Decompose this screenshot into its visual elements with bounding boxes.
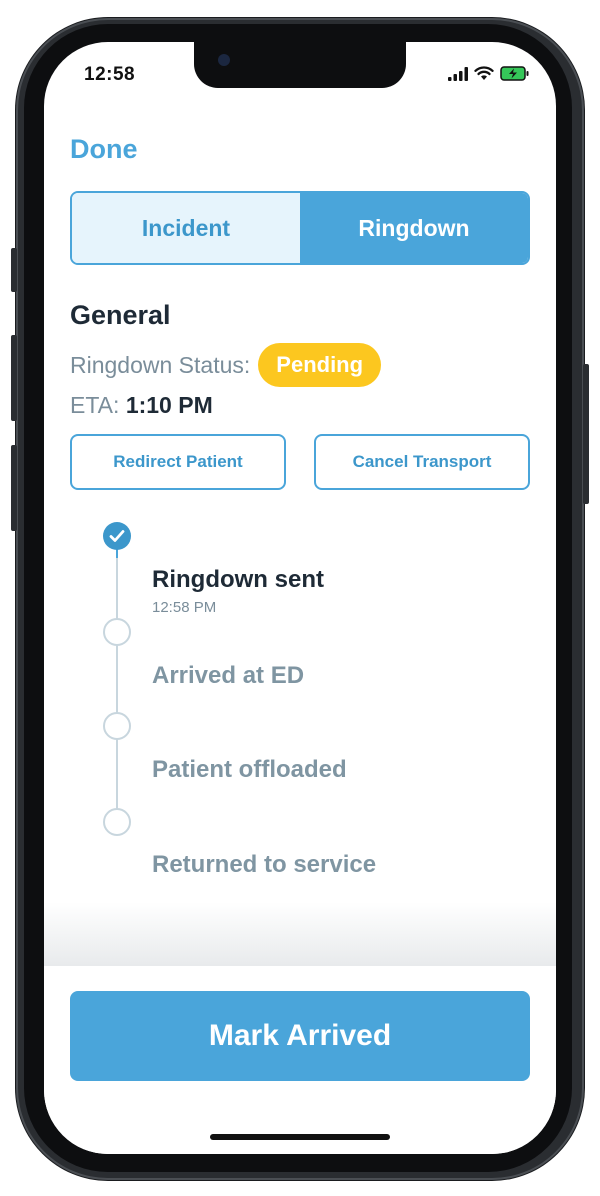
status-label: Ringdown Status:	[70, 351, 251, 378]
notch	[194, 42, 406, 88]
battery-charging-icon	[500, 66, 530, 86]
volume-up-button	[11, 335, 17, 421]
status-timeline: Ringdown sent 12:58 PM Arrived at ED Pat…	[44, 512, 556, 878]
empty-circle-icon	[103, 808, 131, 836]
bottom-fade	[44, 902, 556, 966]
mark-arrived-button[interactable]: Mark Arrived	[70, 991, 530, 1081]
redirect-patient-button[interactable]: Redirect Patient	[70, 434, 286, 490]
timeline-connector-pending	[116, 558, 118, 826]
done-button[interactable]: Done	[70, 134, 138, 165]
timeline-step-time: 12:58 PM	[152, 599, 217, 616]
wifi-icon	[474, 66, 494, 86]
signal-icon	[448, 66, 468, 86]
status-time: 12:58	[84, 64, 136, 85]
timeline-step-label: Patient offloaded	[152, 756, 347, 783]
empty-circle-icon	[103, 618, 131, 646]
eta-row: ETA: 1:10 PM	[70, 392, 213, 419]
section-title: General	[70, 300, 171, 330]
silent-switch	[11, 248, 17, 292]
tab-ringdown[interactable]: Ringdown	[300, 193, 528, 263]
timeline-step-label: Ringdown sent	[152, 566, 324, 593]
eta-value: 1:10 PM	[125, 392, 213, 418]
timeline-step-label: Returned to service	[152, 851, 377, 878]
tab-incident[interactable]: Incident	[72, 193, 300, 263]
eta-label: ETA:	[70, 392, 120, 418]
volume-down-button	[11, 445, 17, 531]
tab-switcher: Incident Ringdown	[70, 191, 530, 265]
empty-circle-icon	[103, 712, 131, 740]
home-indicator[interactable]	[210, 1134, 390, 1140]
cancel-transport-button[interactable]: Cancel Transport	[314, 434, 530, 490]
front-camera	[218, 54, 230, 66]
screen: 12:58 Done Incident Ringdown General Rin…	[44, 42, 556, 1154]
checkmark-icon	[103, 522, 131, 550]
status-badge: Pending	[258, 343, 382, 387]
timeline-step-label: Arrived at ED	[152, 662, 305, 689]
power-button	[583, 364, 589, 504]
ringdown-status-row: Ringdown Status: Pending	[70, 342, 382, 388]
status-icons	[448, 66, 530, 86]
